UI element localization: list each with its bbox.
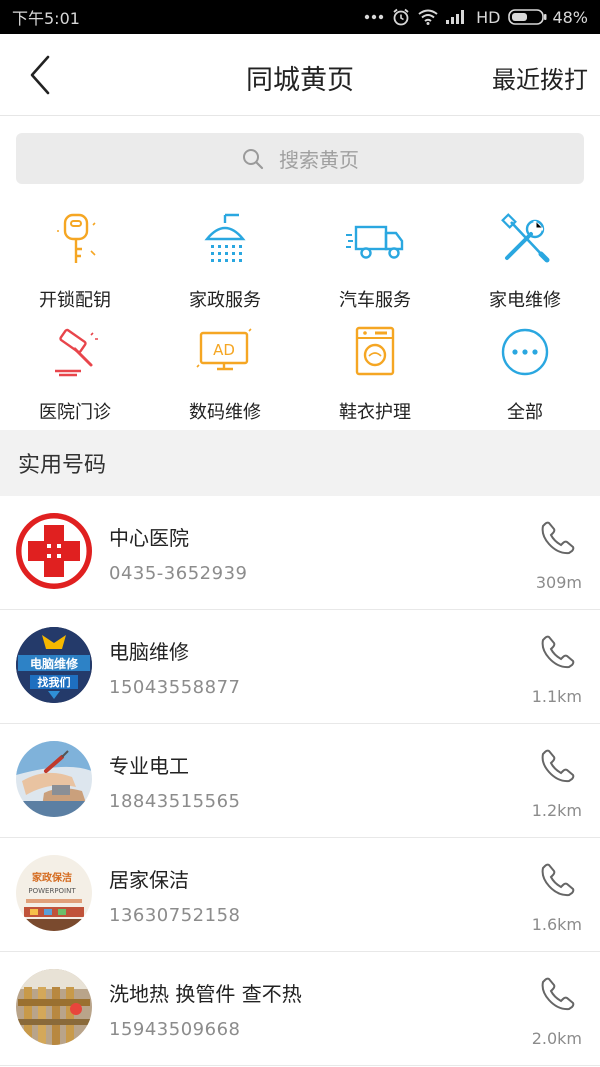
tools-icon [501, 213, 550, 263]
status-time: 下午5:01 [12, 9, 80, 28]
category-unlock-keys[interactable]: 开锁配钥 [0, 200, 150, 312]
category-label: 全部 [507, 402, 543, 423]
phone-icon[interactable] [540, 862, 576, 898]
contact-distance: 309m [535, 573, 582, 592]
phone-icon[interactable] [540, 634, 576, 670]
red-cross-avatar [16, 513, 92, 589]
category-label: 医院门诊 [39, 402, 111, 423]
contact-distance: 2.0km [531, 1029, 582, 1048]
truck-icon [346, 225, 404, 259]
computer-repair-avatar: 电脑维修 找我们 [16, 627, 92, 703]
category-label: 家政服务 [189, 290, 261, 311]
category-digital-repair[interactable]: AD 数码维修 [150, 312, 300, 428]
avatar-text-line1: 电脑维修 [30, 656, 79, 671]
avatar-text-line1: 家政保洁 [32, 871, 72, 884]
contact-distance: 1.1km [531, 687, 582, 706]
shower-icon [204, 213, 246, 262]
battery-icon [508, 9, 547, 25]
contact-phone: 18843515565 [109, 791, 241, 812]
app-header: 同城黄页 最近拨打 [0, 34, 600, 116]
network-type: HD [476, 7, 501, 27]
key-icon [57, 213, 96, 263]
contact-phone: 13630752158 [109, 905, 241, 926]
list-item[interactable]: 家政保洁 POWERPOINT 居家保洁 13630752158 1.6km [0, 838, 600, 952]
wifi-icon [418, 9, 438, 25]
contact-name: 电脑维修 [109, 640, 189, 664]
battery: 48% [508, 8, 588, 27]
contact-distance: 1.2km [531, 801, 582, 820]
section-useful-numbers: 实用号码 [0, 430, 600, 496]
alarm-icon [392, 8, 410, 26]
category-laundry[interactable]: 鞋衣护理 [300, 312, 450, 428]
contact-name: 专业电工 [109, 754, 189, 778]
more-icon [501, 328, 549, 376]
back-button[interactable] [20, 54, 60, 96]
cleaning-avatar: 家政保洁 POWERPOINT [16, 855, 92, 931]
washing-machine-icon [355, 326, 395, 376]
category-all[interactable]: 全部 [450, 312, 600, 428]
recent-calls-button[interactable]: 最近拨打 [492, 60, 588, 95]
search-bar[interactable]: 搜索黄页 [16, 133, 584, 184]
contact-phone: 15943509668 [109, 1019, 241, 1040]
category-label: 鞋衣护理 [339, 402, 411, 423]
gavel-icon [55, 328, 98, 377]
chevron-left-icon [30, 55, 50, 95]
section-title: 实用号码 [18, 453, 107, 478]
avatar-text-line2: 找我们 [38, 675, 71, 689]
contact-list: 中心医院 0435-3652939 309m 电脑维修 找我们 电脑维修 150… [0, 496, 600, 1066]
electrician-avatar [16, 741, 92, 817]
avatar-text-line2: POWERPOINT [28, 887, 76, 895]
contact-distance: 1.6km [531, 915, 582, 934]
ad-monitor-icon: AD [196, 328, 252, 371]
contact-name: 居家保洁 [109, 868, 189, 892]
status-bar: 下午5:01 HD 48% [0, 0, 600, 34]
phone-icon[interactable] [540, 976, 576, 1012]
category-label: 汽车服务 [339, 290, 411, 311]
category-grid: 开锁配钥 家政服务 汽车服务 家电维修 医院门诊 AD 数码维修 鞋衣护理 全部 [0, 200, 600, 428]
category-housekeeping[interactable]: 家政服务 [150, 200, 300, 312]
category-car-service[interactable]: 汽车服务 [300, 200, 450, 312]
more-dots-icon [364, 14, 384, 20]
contact-name: 洗地热 换管件 查不热 [109, 982, 302, 1006]
search-icon [243, 148, 264, 169]
category-label: 数码维修 [189, 402, 261, 423]
signal-icon [446, 10, 468, 24]
phone-icon[interactable] [540, 520, 576, 556]
svg-text:AD: AD [213, 341, 235, 359]
contact-phone: 0435-3652939 [109, 563, 248, 584]
phone-icon[interactable] [540, 748, 576, 784]
category-label: 家电维修 [489, 290, 561, 311]
contact-phone: 15043558877 [109, 677, 241, 698]
list-item[interactable]: 洗地热 换管件 查不热 15943509668 2.0km [0, 952, 600, 1066]
list-item[interactable]: 专业电工 18843515565 1.2km [0, 724, 600, 838]
pipes-avatar [16, 969, 92, 1045]
contact-name: 中心医院 [109, 526, 189, 550]
category-appliance-repair[interactable]: 家电维修 [450, 200, 600, 312]
list-item[interactable]: 中心医院 0435-3652939 309m [0, 496, 600, 610]
list-item[interactable]: 电脑维修 找我们 电脑维修 15043558877 1.1km [0, 610, 600, 724]
search-placeholder: 搜索黄页 [279, 148, 359, 172]
category-hospital[interactable]: 医院门诊 [0, 312, 150, 428]
battery-level: 48% [552, 7, 588, 27]
category-label: 开锁配钥 [39, 290, 111, 311]
